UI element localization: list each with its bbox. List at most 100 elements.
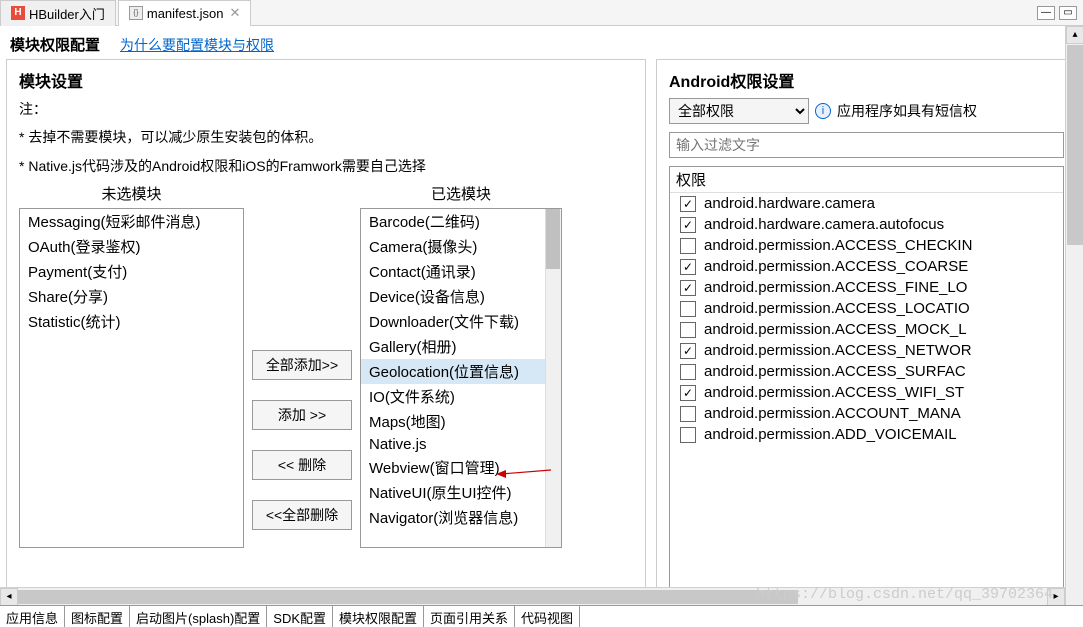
permission-item[interactable]: android.permission.ACCESS_FINE_LO <box>670 277 1063 298</box>
bottom-tab[interactable]: 模块权限配置 <box>333 606 424 627</box>
module-item[interactable]: NativeUI(原生UI控件) <box>361 480 561 505</box>
module-item[interactable]: Native.js <box>361 434 561 455</box>
close-icon[interactable]: ✕ <box>229 5 240 21</box>
permission-checkbox[interactable] <box>680 301 696 317</box>
permission-item[interactable]: android.permission.ACCESS_LOCATIO <box>670 298 1063 319</box>
permission-panel-title: Android权限设置 <box>669 68 1064 92</box>
vertical-scrollbar[interactable]: ▴ <box>1065 26 1083 605</box>
module-item[interactable]: Share(分享) <box>20 284 243 309</box>
permission-item[interactable]: android.permission.ACCESS_SURFAC <box>670 361 1063 382</box>
module-item[interactable]: Statistic(统计) <box>20 309 243 334</box>
remove-all-button[interactable]: <<全部删除 <box>252 500 352 530</box>
bottom-tab[interactable]: 页面引用关系 <box>424 606 515 627</box>
permission-panel: Android权限设置 全部权限 i 应用程序如具有短信权 权限 android… <box>656 59 1077 605</box>
permission-item[interactable]: android.permission.ACCESS_CHECKIN <box>670 235 1063 256</box>
permission-filter-input[interactable] <box>669 132 1064 158</box>
permission-label: android.permission.ACCESS_COARSE <box>704 258 968 275</box>
permission-checkbox[interactable] <box>680 238 696 254</box>
permission-item[interactable]: android.permission.ACCOUNT_MANA <box>670 403 1063 424</box>
remove-button[interactable]: << 删除 <box>252 450 352 480</box>
bottom-tab[interactable]: SDK配置 <box>267 606 333 627</box>
permission-label: android.hardware.camera.autofocus <box>704 216 944 233</box>
bottom-tab[interactable]: 应用信息 <box>0 606 65 627</box>
selected-list[interactable]: Barcode(二维码)Camera(摄像头)Contact(通讯录)Devic… <box>360 208 562 548</box>
page-title: 模块权限配置 <box>10 34 100 55</box>
permission-checkbox[interactable] <box>680 259 696 275</box>
module-item[interactable]: Navigator(浏览器信息) <box>361 505 561 530</box>
module-item[interactable]: Barcode(二维码) <box>361 209 561 234</box>
permission-label: android.permission.ACCOUNT_MANA <box>704 405 961 422</box>
permission-label: android.permission.ACCESS_CHECKIN <box>704 237 972 254</box>
permission-label: android.hardware.camera <box>704 195 875 212</box>
permission-checkbox[interactable] <box>680 280 696 296</box>
tab-hbuilder[interactable]: H HBuilder入门 <box>0 0 116 26</box>
module-item[interactable]: Payment(支付) <box>20 259 243 284</box>
bottom-tab[interactable]: 启动图片(splash)配置 <box>130 606 267 627</box>
editor-tabs: H HBuilder入门 {} manifest.json ✕ — ▭ <box>0 0 1083 26</box>
bottom-tab[interactable]: 代码视图 <box>515 606 580 627</box>
unselected-list[interactable]: Messaging(短彩邮件消息)OAuth(登录鉴权)Payment(支付)S… <box>19 208 244 548</box>
module-item[interactable]: Webview(窗口管理) <box>361 455 561 480</box>
module-item[interactable]: Camera(摄像头) <box>361 234 561 259</box>
list-scrollbar[interactable] <box>545 209 561 547</box>
info-icon[interactable]: i <box>815 103 831 119</box>
note-label: 注： <box>19 98 633 120</box>
maximize-button[interactable]: ▭ <box>1059 6 1077 20</box>
permission-checkbox[interactable] <box>680 217 696 233</box>
scroll-left-button[interactable]: ◂ <box>0 588 18 606</box>
scroll-up-button[interactable]: ▴ <box>1066 26 1083 44</box>
permission-item[interactable]: android.permission.ACCESS_MOCK_L <box>670 319 1063 340</box>
list-scrollbar-thumb[interactable] <box>546 209 560 269</box>
permission-item[interactable]: android.hardware.camera.autofocus <box>670 214 1063 235</box>
permission-checkbox[interactable] <box>680 406 696 422</box>
scroll-right-button[interactable]: ▸ <box>1047 588 1065 606</box>
module-panel: 模块设置 注： * 去掉不需要模块，可以减少原生安装包的体积。 * Native… <box>6 59 646 605</box>
permission-checkbox[interactable] <box>680 427 696 443</box>
vertical-scrollbar-thumb[interactable] <box>1067 45 1083 245</box>
permission-checkbox[interactable] <box>680 385 696 401</box>
permission-hint: 应用程序如具有短信权 <box>837 101 977 121</box>
module-item[interactable]: IO(文件系统) <box>361 384 561 409</box>
module-item[interactable]: Messaging(短彩邮件消息) <box>20 209 243 234</box>
module-item[interactable]: Contact(通讯录) <box>361 259 561 284</box>
permission-item[interactable]: android.permission.ACCESS_NETWOR <box>670 340 1063 361</box>
horizontal-scrollbar-thumb[interactable] <box>18 590 798 604</box>
minimize-button[interactable]: — <box>1037 6 1055 20</box>
bottom-tab[interactable]: 图标配置 <box>65 606 130 627</box>
module-item[interactable]: Downloader(文件下载) <box>361 309 561 334</box>
permission-checkbox[interactable] <box>680 364 696 380</box>
permission-checkbox[interactable] <box>680 343 696 359</box>
json-icon: {} <box>129 6 143 20</box>
permission-label: android.permission.ADD_VOICEMAIL <box>704 426 957 443</box>
permission-checkbox[interactable] <box>680 196 696 212</box>
content-panels: 模块设置 注： * 去掉不需要模块，可以减少原生安装包的体积。 * Native… <box>0 59 1083 605</box>
permission-list-body[interactable]: android.hardware.camera android.hardware.… <box>670 193 1063 595</box>
permission-item[interactable]: android.permission.ACCESS_WIFI_ST <box>670 382 1063 403</box>
note-1: * 去掉不需要模块，可以减少原生安装包的体积。 <box>19 126 633 148</box>
module-item[interactable]: Geolocation(位置信息) <box>361 359 561 384</box>
module-item[interactable]: OAuth(登录鉴权) <box>20 234 243 259</box>
module-item[interactable]: Maps(地图) <box>361 409 561 434</box>
selected-column: 已选模块 Barcode(二维码)Camera(摄像头)Contact(通讯录)… <box>360 183 562 596</box>
permission-label: android.permission.ACCESS_SURFAC <box>704 363 966 380</box>
horizontal-scrollbar-track[interactable] <box>18 589 1047 605</box>
module-item[interactable]: Gallery(相册) <box>361 334 561 359</box>
window-controls: — ▭ <box>1037 6 1083 20</box>
tab-label: manifest.json <box>147 6 224 21</box>
tab-manifest[interactable]: {} manifest.json ✕ <box>118 0 252 26</box>
permission-item[interactable]: android.permission.ADD_VOICEMAIL <box>670 424 1063 445</box>
hbuilder-icon: H <box>11 6 25 20</box>
permission-checkbox[interactable] <box>680 322 696 338</box>
unselected-header: 未选模块 <box>101 183 161 204</box>
permission-item[interactable]: android.hardware.camera <box>670 193 1063 214</box>
help-link[interactable]: 为什么要配置模块与权限 <box>120 35 274 55</box>
permission-filter-select[interactable]: 全部权限 <box>669 98 809 124</box>
permission-label: android.permission.ACCESS_FINE_LO <box>704 279 967 296</box>
permission-item[interactable]: android.permission.ACCESS_COARSE <box>670 256 1063 277</box>
add-button[interactable]: 添加 >> <box>252 400 352 430</box>
horizontal-scrollbar[interactable]: ◂ ▸ <box>0 587 1065 605</box>
add-all-button[interactable]: 全部添加>> <box>252 350 352 380</box>
note-2: * Native.js代码涉及的Android权限和iOS的Framwork需要… <box>19 155 633 177</box>
selected-header: 已选模块 <box>431 183 491 204</box>
module-item[interactable]: Device(设备信息) <box>361 284 561 309</box>
